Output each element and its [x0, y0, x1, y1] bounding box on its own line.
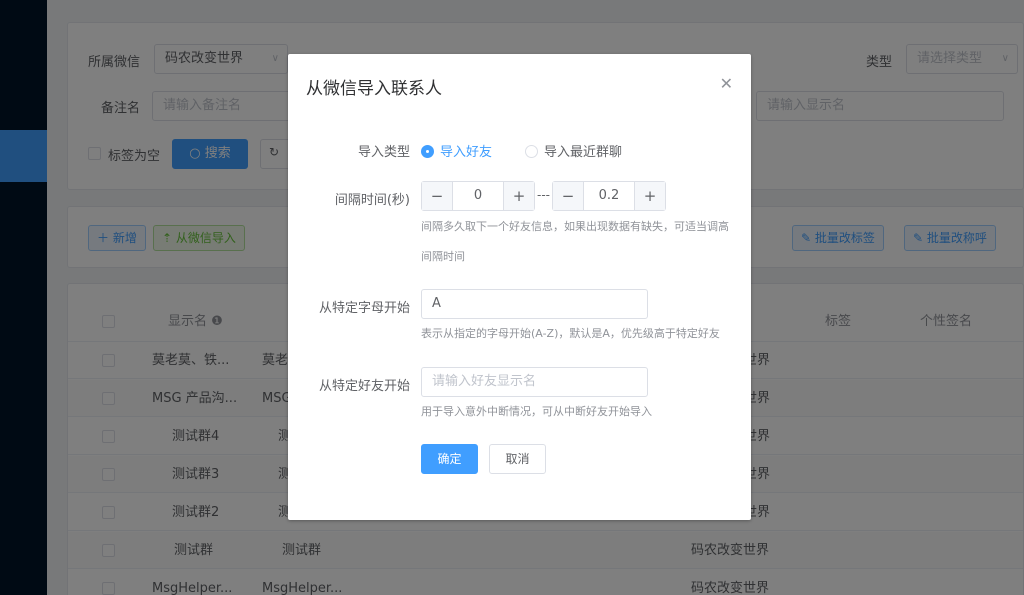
minus-icon[interactable]: −: [422, 182, 453, 210]
friend-hint: 用于导入意外中断情况，可从中断好友开始导入: [421, 405, 652, 418]
letter-label: 从特定字母开始: [318, 301, 410, 316]
radio-import-groups[interactable]: 导入最近群聊: [525, 141, 622, 160]
interval-max-stepper[interactable]: − 0.2 +: [552, 181, 666, 211]
interval-min-value[interactable]: 0: [453, 182, 503, 210]
radio-unchecked-icon: [525, 145, 538, 158]
start-friend-input[interactable]: 请输入好友显示名: [421, 367, 648, 397]
radio-import-friends[interactable]: 导入好友: [421, 141, 492, 160]
confirm-button[interactable]: 确定: [421, 444, 478, 474]
interval-label: 间隔时间(秒): [334, 193, 410, 208]
close-icon[interactable]: ✕: [720, 74, 733, 93]
plus-icon[interactable]: +: [634, 182, 665, 210]
plus-icon[interactable]: +: [503, 182, 534, 210]
range-separator: ---: [537, 188, 550, 202]
letter-hint: 表示从指定的字母开始(A-Z)，默认是A，优先级高于特定好友: [421, 327, 720, 340]
minus-icon[interactable]: −: [553, 182, 584, 210]
import-type-label: 导入类型: [357, 145, 410, 160]
dialog-title: 从微信导入联系人: [306, 79, 442, 99]
start-letter-input[interactable]: A: [421, 289, 648, 319]
interval-min-stepper[interactable]: − 0 +: [421, 181, 535, 211]
radio-checked-icon: [421, 145, 434, 158]
interval-hint: 间隔多久取下一个好友信息，如果出现数据有缺失，可适当调高间隔时间: [421, 220, 729, 263]
interval-max-value[interactable]: 0.2: [584, 182, 634, 210]
import-contacts-dialog: 从微信导入联系人 ✕ 导入类型 导入好友 导入最近群聊 间隔时间(秒) − 0 …: [288, 54, 751, 520]
friend-label: 从特定好友开始: [318, 379, 410, 394]
cancel-button[interactable]: 取消: [489, 444, 546, 474]
